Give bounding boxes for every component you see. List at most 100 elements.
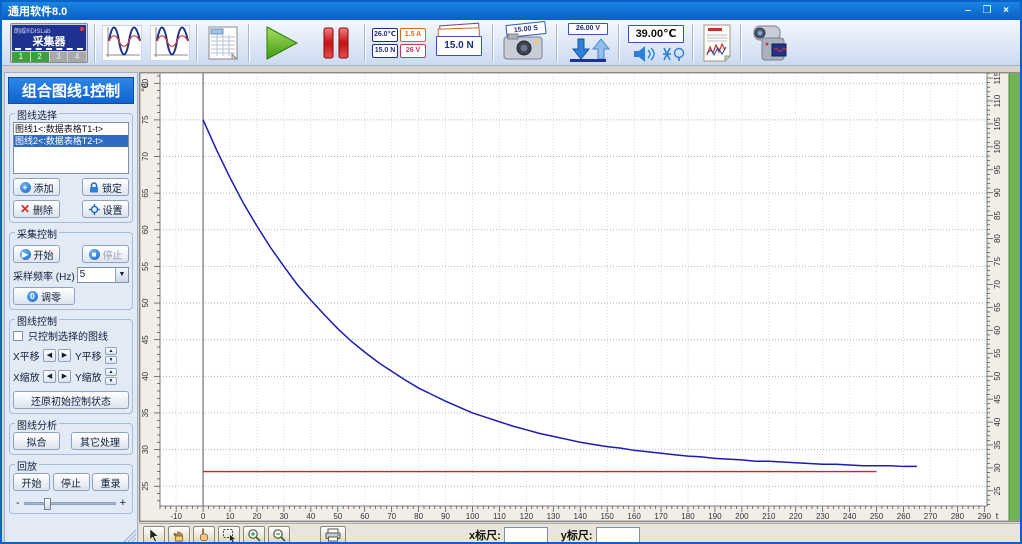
gear-icon <box>88 203 100 215</box>
delete-x-icon: ✕ <box>19 201 31 216</box>
dislab-device-icon: 朗威®DISLab 采集器 1 2 3 4 <box>10 22 88 63</box>
camera-meter-button[interactable]: 15.00 S <box>496 20 554 64</box>
svg-text:50: 50 <box>993 371 1002 380</box>
svg-text:20: 20 <box>253 512 262 521</box>
svg-text:220: 220 <box>789 512 803 521</box>
curve-settings-button[interactable]: 设置 <box>82 200 129 218</box>
analysis-group: 图线分析 拟合 其它处理 <box>9 417 133 455</box>
svg-text:270: 270 <box>924 512 938 521</box>
svg-text:65: 65 <box>141 188 150 197</box>
y-ruler-input[interactable] <box>595 527 640 542</box>
y-pan-up-button[interactable]: ▲ <box>105 347 117 355</box>
meter-cards-button[interactable]: 15.0 N <box>430 22 490 64</box>
zoom-out-icon <box>273 529 286 542</box>
svg-text:55: 55 <box>141 261 150 270</box>
svg-text:-10: -10 <box>170 512 182 521</box>
chart-toolbar: x标尺: y标尺: <box>139 523 1020 542</box>
close-button[interactable]: × <box>998 5 1014 18</box>
fit-button[interactable]: 拟合 <box>13 432 60 450</box>
combined-graph[interactable]: 25 30 35 40 45 50 55 60 65 70 75 80 ℃ 25 30 35 40 45 50 55 6… <box>139 71 1021 522</box>
svg-text:115: 115 <box>993 73 1002 84</box>
device-button[interactable]: 朗威®DISLab 采集器 1 2 3 4 <box>6 22 92 64</box>
sidebar-title: 组合图线1控制 <box>8 77 134 104</box>
video-camera-button[interactable] <box>744 22 804 64</box>
y-pan-down-button[interactable]: ▼ <box>105 356 117 364</box>
select-region-icon <box>223 529 235 542</box>
temperature-control-button[interactable]: 39.00℃ <box>622 22 690 64</box>
plus-icon: + <box>19 181 31 193</box>
svg-text:180: 180 <box>681 512 695 521</box>
meter-cards-icon: 15.0 N <box>434 22 486 62</box>
curve-listbox[interactable]: 图线1<:数据表格T1-t> 图线2<:数据表格T2-t> <box>13 122 129 174</box>
y-zoom-in-button[interactable]: ▲ <box>105 368 117 376</box>
select-region-tool-button[interactable] <box>218 525 240 542</box>
start-button[interactable] <box>252 22 310 64</box>
zero-icon: 0 <box>27 290 38 302</box>
reset-view-button[interactable]: 还原初始控制状态 <box>13 391 129 409</box>
video-camera-icon <box>753 25 787 60</box>
other-processing-button[interactable]: 其它处理 <box>71 432 129 450</box>
control-sidebar: 组合图线1控制 图线选择 图线1<:数据表格T1-t> 图线2<:数据表格T2-… <box>4 72 138 542</box>
svg-text:70: 70 <box>141 152 150 161</box>
pause-button[interactable] <box>310 22 362 64</box>
lock-icon <box>90 181 98 192</box>
svg-text:80: 80 <box>414 512 423 521</box>
report-button[interactable] <box>696 22 738 64</box>
svg-text:0: 0 <box>201 512 206 521</box>
playback-start-button[interactable]: 开始 <box>13 473 50 491</box>
curve-list-item[interactable]: 图线2<:数据表格T2-t> <box>14 135 128 147</box>
print-button[interactable] <box>320 525 346 542</box>
playback-rerecord-button[interactable]: 重录 <box>92 473 129 491</box>
resize-grip[interactable] <box>123 529 136 542</box>
svg-text:60: 60 <box>993 325 1002 334</box>
svg-text:85: 85 <box>993 211 1002 220</box>
maximize-button[interactable]: ❐ <box>979 5 995 18</box>
svg-text:250: 250 <box>870 512 884 521</box>
acquisition-start-button[interactable]: ▶ 开始 <box>13 245 60 263</box>
minimize-button[interactable]: – <box>960 5 976 18</box>
slider-thumb[interactable] <box>44 497 52 510</box>
add-curve-button[interactable]: + 添加 <box>13 178 60 196</box>
x-pan-left-button[interactable]: ◀ <box>43 349 56 362</box>
playback-stop-button[interactable]: 停止 <box>52 473 90 491</box>
x-zoom-in-button[interactable]: ▶ <box>58 370 71 383</box>
zero-adjust-button[interactable]: 0 调零 <box>13 287 75 305</box>
chevron-down-icon[interactable]: ▼ <box>115 268 128 282</box>
playback-speed-slider[interactable] <box>23 497 116 510</box>
graph-window-1-button[interactable] <box>98 22 146 64</box>
x-ruler-input[interactable] <box>503 527 548 542</box>
playback-group: 回放 开始 停止 重录 - + <box>9 458 133 514</box>
svg-text:100: 100 <box>993 140 1002 154</box>
x-zoom-out-button[interactable]: ◀ <box>43 370 56 383</box>
svg-text:120: 120 <box>520 512 534 521</box>
updown-control-button[interactable]: 26.00 V <box>560 22 616 64</box>
svg-text:240: 240 <box>843 512 857 521</box>
svg-text:30: 30 <box>993 463 1002 472</box>
svg-text:290: 290 <box>978 512 992 521</box>
lock-curve-button[interactable]: 锁定 <box>82 178 129 196</box>
graph-window-2-button[interactable] <box>146 22 194 64</box>
pan-tool-button[interactable] <box>168 525 190 542</box>
meter-panel-icon: 26.0℃ 1.5 A 15.0 N 26 V <box>372 27 426 58</box>
dual-wave-graph-icon <box>102 24 142 61</box>
x-pan-right-button[interactable]: ▶ <box>58 349 71 362</box>
data-table-button[interactable] <box>200 22 246 64</box>
point-tool-button[interactable] <box>193 525 215 542</box>
chart-panel[interactable]: 25 30 35 40 45 50 55 60 65 70 75 80 ℃ 25 30 35 40 45 50 55 6… <box>139 71 1021 522</box>
delete-curve-button[interactable]: ✕ 删除 <box>13 200 60 218</box>
curve-list-item[interactable]: 图线1<:数据表格T1-t> <box>14 123 128 135</box>
zoom-out-tool-button[interactable] <box>268 525 290 542</box>
svg-text:260: 260 <box>897 512 911 521</box>
printer-icon <box>325 528 341 542</box>
zoom-in-tool-button[interactable] <box>243 525 265 542</box>
svg-text:40: 40 <box>141 371 150 380</box>
svg-text:110: 110 <box>993 94 1002 107</box>
svg-text:160: 160 <box>627 512 641 521</box>
cursor-tool-button[interactable] <box>143 525 165 542</box>
y-zoom-out-button[interactable]: ▼ <box>105 377 117 385</box>
sample-rate-select[interactable]: 5 ▼ <box>76 267 129 283</box>
only-selected-checkbox[interactable] <box>13 330 23 341</box>
acquisition-stop-button[interactable]: ■ 停止 <box>82 245 129 263</box>
sample-rate-label: 采样频率 (Hz) <box>13 271 75 283</box>
meter-panel-button[interactable]: 26.0℃ 1.5 A 15.0 N 26 V <box>368 22 430 64</box>
